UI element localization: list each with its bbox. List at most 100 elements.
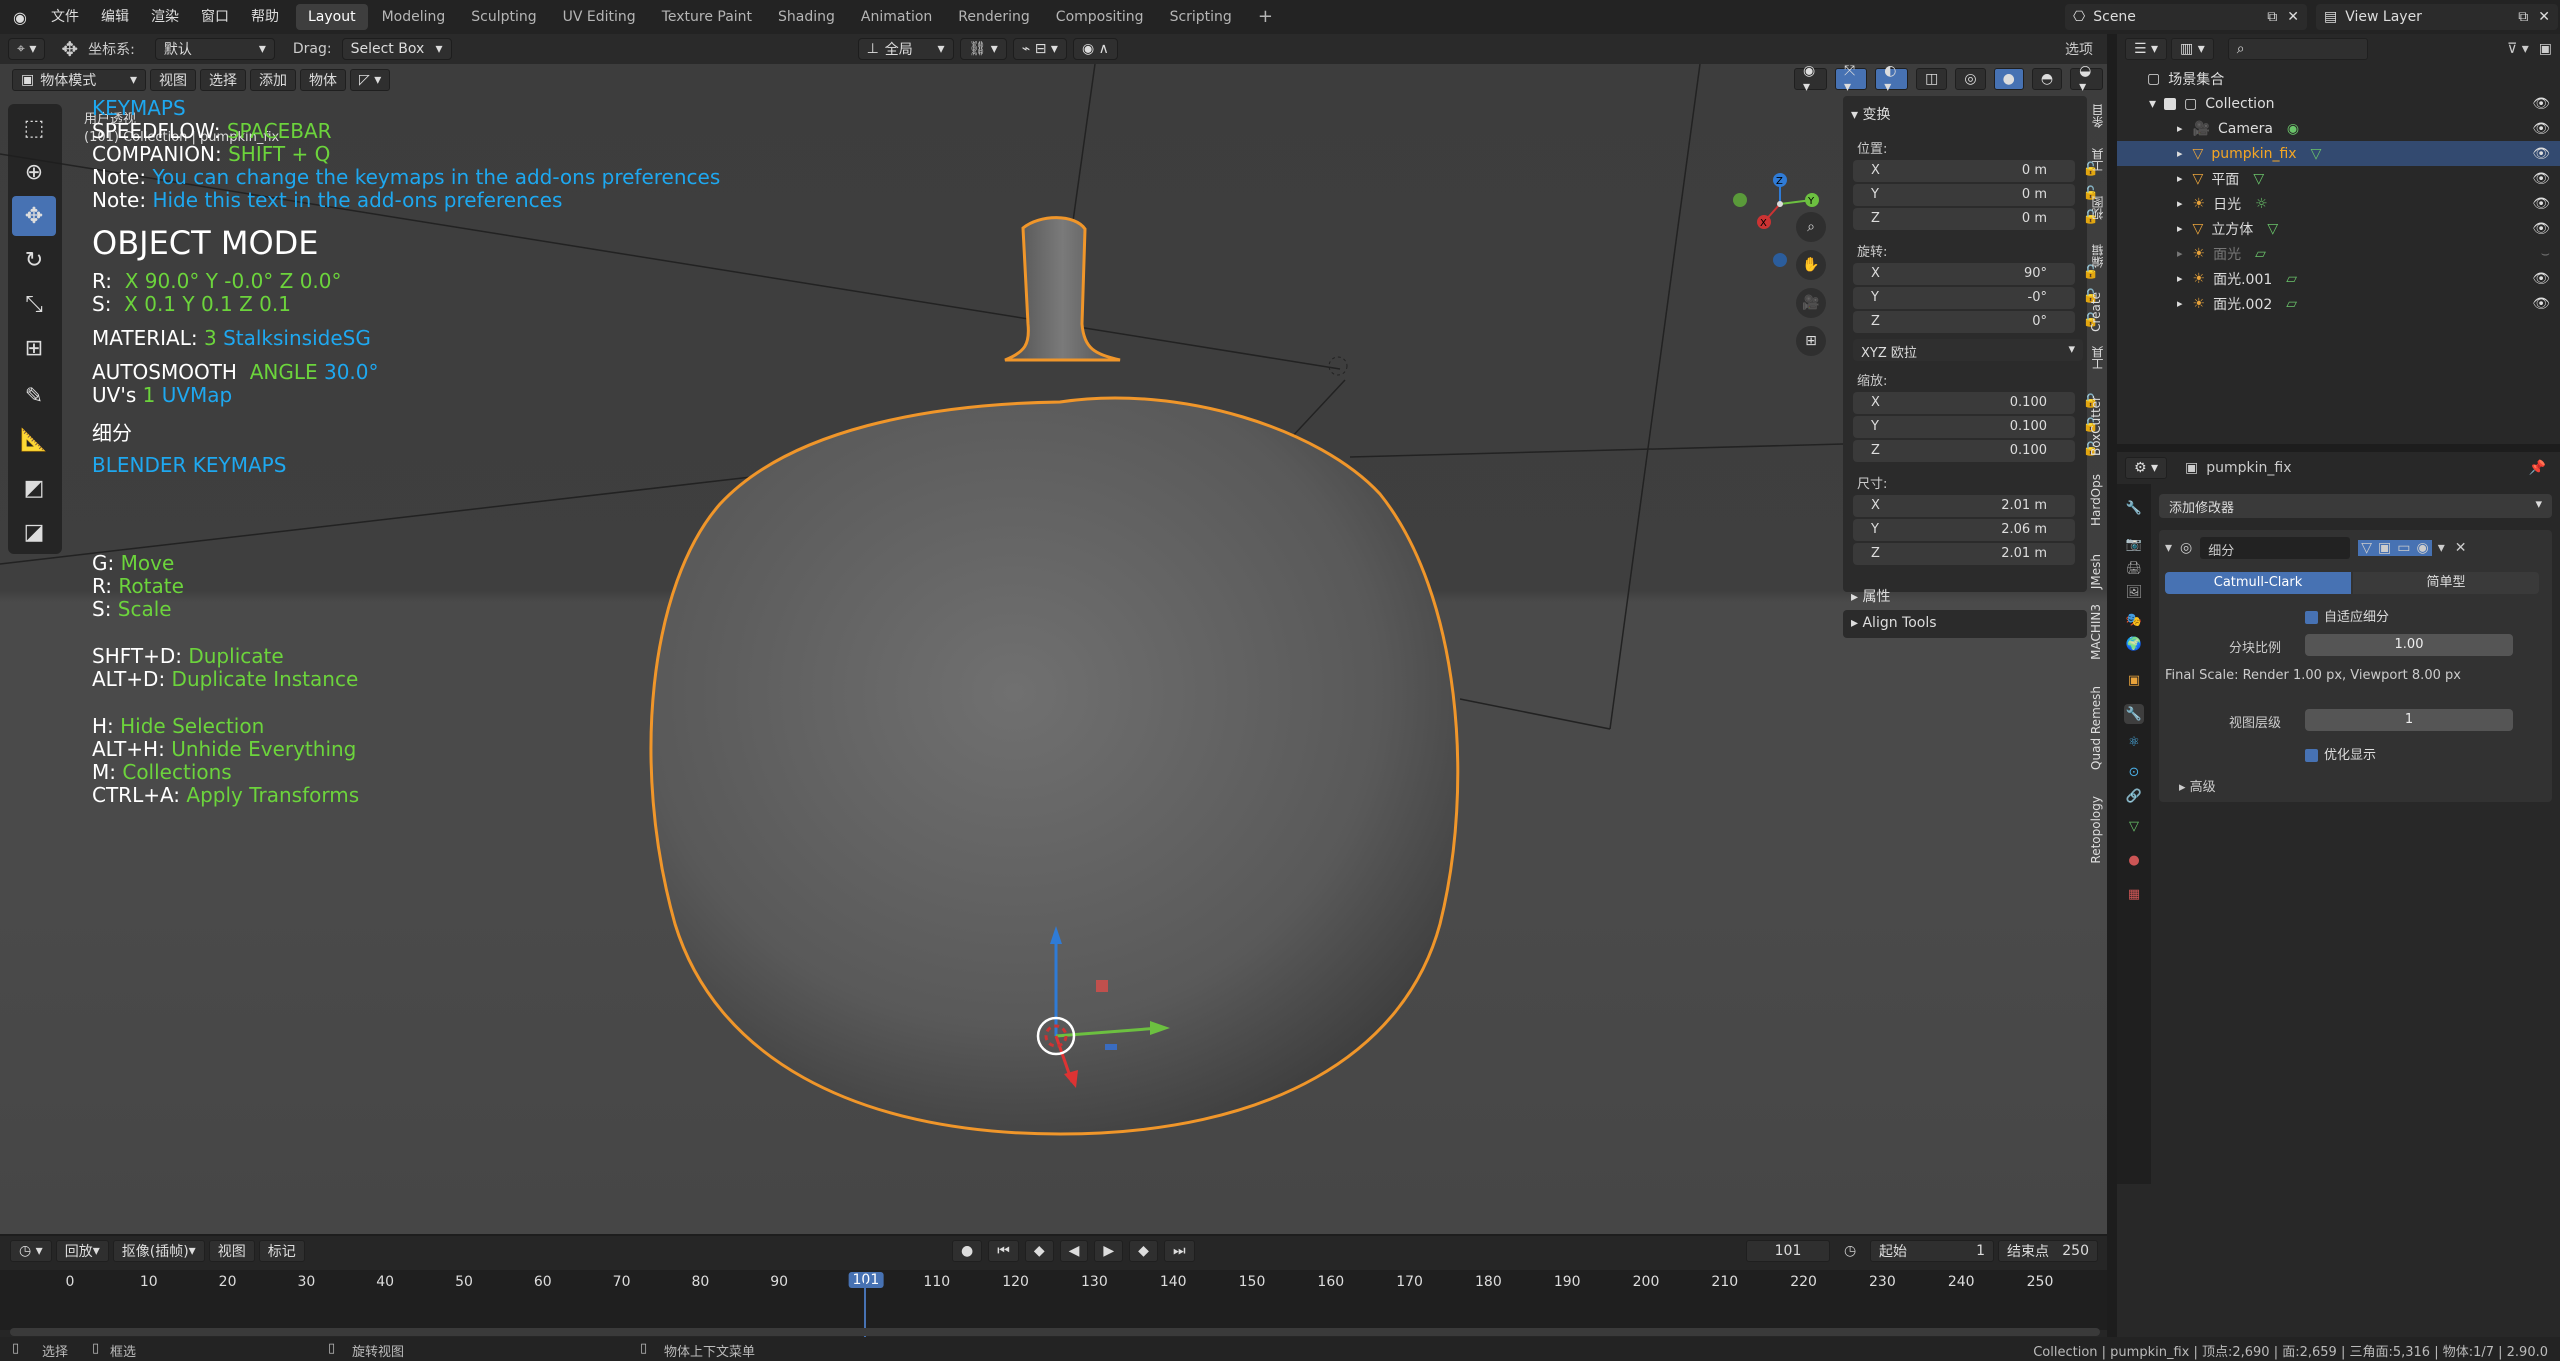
tab-shading[interactable]: Shading (766, 4, 847, 30)
jump-end-icon[interactable]: ⏭ (1163, 1240, 1195, 1262)
align-tools-panel[interactable]: ▸ Align Tools (1843, 610, 2087, 638)
move-tool[interactable]: ✥ (12, 196, 56, 236)
shading-rendered[interactable]: ◒ ▾ (2070, 64, 2103, 95)
transform-field-loc-y[interactable]: Y0 m 🔓 (1853, 184, 2099, 206)
rotation-mode-dropdown[interactable]: XYZ 欧拉 ▾ (1853, 339, 2083, 361)
transform-field-scl-z[interactable]: Z 0.100 🔓 (1853, 440, 2099, 462)
sidebar-tab[interactable]: 条目 (2089, 104, 2106, 128)
eye-closed-icon[interactable]: ⌣ (2541, 246, 2550, 262)
transform-field-rot-z[interactable]: Z 0° 🔓 (1853, 311, 2099, 333)
3d-viewport[interactable]: ⬚ ⊕ ✥ ↻ ⤡ ⊞ ✎ 📐 ◩ ◪ ▣ 物体模式 ▾ 视图 选择 添加 物体 ◸… (0, 64, 2107, 1234)
properties-tab-icon[interactable]: ⚛ (2124, 732, 2144, 752)
adaptive-subdiv-checkbox[interactable]: 自适应细分 (2305, 606, 2389, 625)
expand-icon[interactable]: ▸ (2177, 122, 2183, 135)
menu-select[interactable]: 选择 (200, 69, 246, 91)
editmode-toggle-icon[interactable]: ▽ (2358, 540, 2376, 556)
simple-button[interactable]: 简单型 (2353, 572, 2539, 594)
expand-icon[interactable]: ▸ (2177, 297, 2183, 310)
outliner-item[interactable]: ▸ ☀ 面光.001 ▱ 👁 (2117, 266, 2560, 291)
eye-icon[interactable]: 👁 (2532, 146, 2550, 162)
annotate-tool[interactable]: ✎ (12, 376, 56, 416)
pivot-dropdown[interactable]: ⊥ 全局 ▾ (857, 38, 954, 60)
new-collection-icon[interactable]: ▣ (2539, 41, 2552, 57)
advanced-subpanel[interactable]: ▸ 高级 (2179, 776, 2216, 795)
sidebar-tab[interactable]: JMesh (2089, 554, 2103, 589)
display-mode-dropdown[interactable]: ▥ ▾ (2171, 38, 2214, 60)
select-box-tool[interactable]: ⬚ (12, 108, 56, 148)
tab-scripting[interactable]: Scripting (1158, 4, 1244, 30)
sidebar-tab[interactable]: 工具 (2089, 148, 2106, 172)
tab-modeling[interactable]: Modeling (370, 4, 458, 30)
xray-toggle[interactable]: ◫ (1916, 68, 1948, 90)
boxcutter-tool[interactable]: ◩ (12, 468, 56, 508)
menu-object[interactable]: 物体 (300, 69, 346, 91)
menu-add[interactable]: 添加 (250, 69, 296, 91)
outliner-item[interactable]: ▸ ▽ pumpkin_fix ▽ 👁 (2117, 141, 2560, 166)
mode-dropdown[interactable]: ▣ 物体模式 ▾ (12, 69, 146, 91)
prev-key-icon[interactable]: ◆ (1024, 1240, 1054, 1262)
link-dropdown[interactable]: ⛓ ▾ (959, 38, 1007, 60)
properties-tab-icon[interactable]: 🔧 (2124, 704, 2144, 724)
sidebar-tab[interactable]: MACHIN3 (2089, 604, 2103, 660)
expand-icon[interactable]: ▸ (2177, 247, 2183, 260)
visibility-dropdown[interactable]: ◉ ▾ (1794, 64, 1827, 95)
tab-compositing[interactable]: Compositing (1044, 4, 1156, 30)
sidebar-tab[interactable]: Quad Remesh (2089, 686, 2103, 770)
menu-file[interactable]: 文件 (40, 0, 90, 34)
properties-tab-icon[interactable]: ● (2124, 850, 2144, 870)
shading-extra-dropdown[interactable]: ◸ ▾ (350, 69, 391, 91)
sidebar-tab[interactable]: 工具 (2089, 346, 2106, 370)
catmull-clark-button[interactable]: Catmull-Clark (2165, 572, 2351, 594)
tab-animation[interactable]: Animation (849, 4, 944, 30)
transform-field-rot-x[interactable]: X 90° 🔓 (1853, 263, 2099, 285)
tab-rendering[interactable]: Rendering (946, 4, 1042, 30)
drag-dropdown[interactable]: Select Box ▾ (341, 38, 452, 60)
add-modifier-dropdown[interactable]: 添加修改器 ▾ (2159, 494, 2552, 518)
expand-icon[interactable]: ▸ (2177, 197, 2183, 210)
tab-layout[interactable]: Layout (296, 4, 368, 30)
properties-tab-icon[interactable]: 🖼 (2124, 582, 2144, 602)
properties-tab-icon[interactable]: 🔧 (2124, 498, 2144, 518)
properties-header[interactable]: ▸ 属性 (1851, 586, 1890, 606)
proportional-dropdown[interactable]: ◉ ∧ (1072, 38, 1118, 60)
properties-tab-icon[interactable]: ▽ (2124, 816, 2144, 836)
gizmo-toggle[interactable]: ⤧ ▾ (1834, 64, 1868, 95)
eye-icon[interactable]: 👁 (2532, 121, 2550, 137)
properties-tab-icon[interactable]: ▣ (2124, 670, 2144, 690)
timeline-editor-type[interactable]: ◷ ▾ (10, 1240, 52, 1262)
cage-toggle-icon[interactable]: ▣ (2375, 540, 2395, 556)
dicing-field[interactable]: 1.00 (2305, 634, 2513, 656)
outliner-item[interactable]: ▸ ☀ 日光 ☼ 👁 (2117, 191, 2560, 216)
navigation-gizmo[interactable]: Z Y X (1724, 104, 1834, 274)
shading-wire[interactable]: ◎ (1955, 68, 1986, 90)
transform-field-scl-x[interactable]: X 0.100 🔓 (1853, 392, 2099, 414)
modifier-name-field[interactable]: 细分 (2200, 537, 2351, 559)
sidebar-tab[interactable]: Retopology (2089, 796, 2103, 864)
sidebar-tab[interactable]: 视图 (2089, 196, 2106, 220)
expand-icon[interactable]: ▸ (2177, 172, 2183, 185)
properties-tab-icon[interactable]: 🎭 (2124, 610, 2144, 630)
play-reverse-icon[interactable]: ◀ (1059, 1240, 1089, 1262)
outliner-item[interactable]: ▸ ▽ 平面 ▽ 👁 (2117, 166, 2560, 191)
hand-icon[interactable]: ✋ (1796, 250, 1826, 280)
properties-tab-icon[interactable]: 🖨 (2124, 558, 2144, 578)
menu-window[interactable]: 窗口 (190, 0, 240, 34)
eye-icon[interactable]: 👁 (2532, 221, 2550, 237)
cursor-tool[interactable]: ⊕ (12, 152, 56, 192)
timeline-scrollbar[interactable] (10, 1328, 2100, 1336)
end-frame-field[interactable]: 结束点 250 (1998, 1240, 2098, 1262)
outliner-item[interactable]: ▸ ☀ 面光 ▱ ⌣ (2117, 241, 2560, 266)
expand-icon[interactable]: ▸ (2177, 272, 2183, 285)
transform-field-scl-y[interactable]: Y 0.100 🔓 (1853, 416, 2099, 438)
transform-tool[interactable]: ⊞ (12, 328, 56, 368)
snap-dropdown[interactable]: ⌁ ⊟ ▾ (1012, 38, 1067, 60)
timeline-view-menu[interactable]: 视图 (208, 1240, 255, 1262)
rotate-tool[interactable]: ↻ (12, 240, 56, 280)
levels-field[interactable]: 1 (2305, 709, 2513, 731)
outliner-search[interactable]: ⌕ (2227, 38, 2368, 60)
grid-view-icon[interactable]: ⊞ (1796, 326, 1826, 356)
playback-menu[interactable]: 回放 ▾ (55, 1240, 109, 1262)
transform-field-rot-y[interactable]: Y -0° 🔓 (1853, 287, 2099, 309)
scale-tool[interactable]: ⤡ (12, 284, 56, 324)
outliner-item[interactable]: ▸ ▽ 立方体 ▽ 👁 (2117, 216, 2560, 241)
